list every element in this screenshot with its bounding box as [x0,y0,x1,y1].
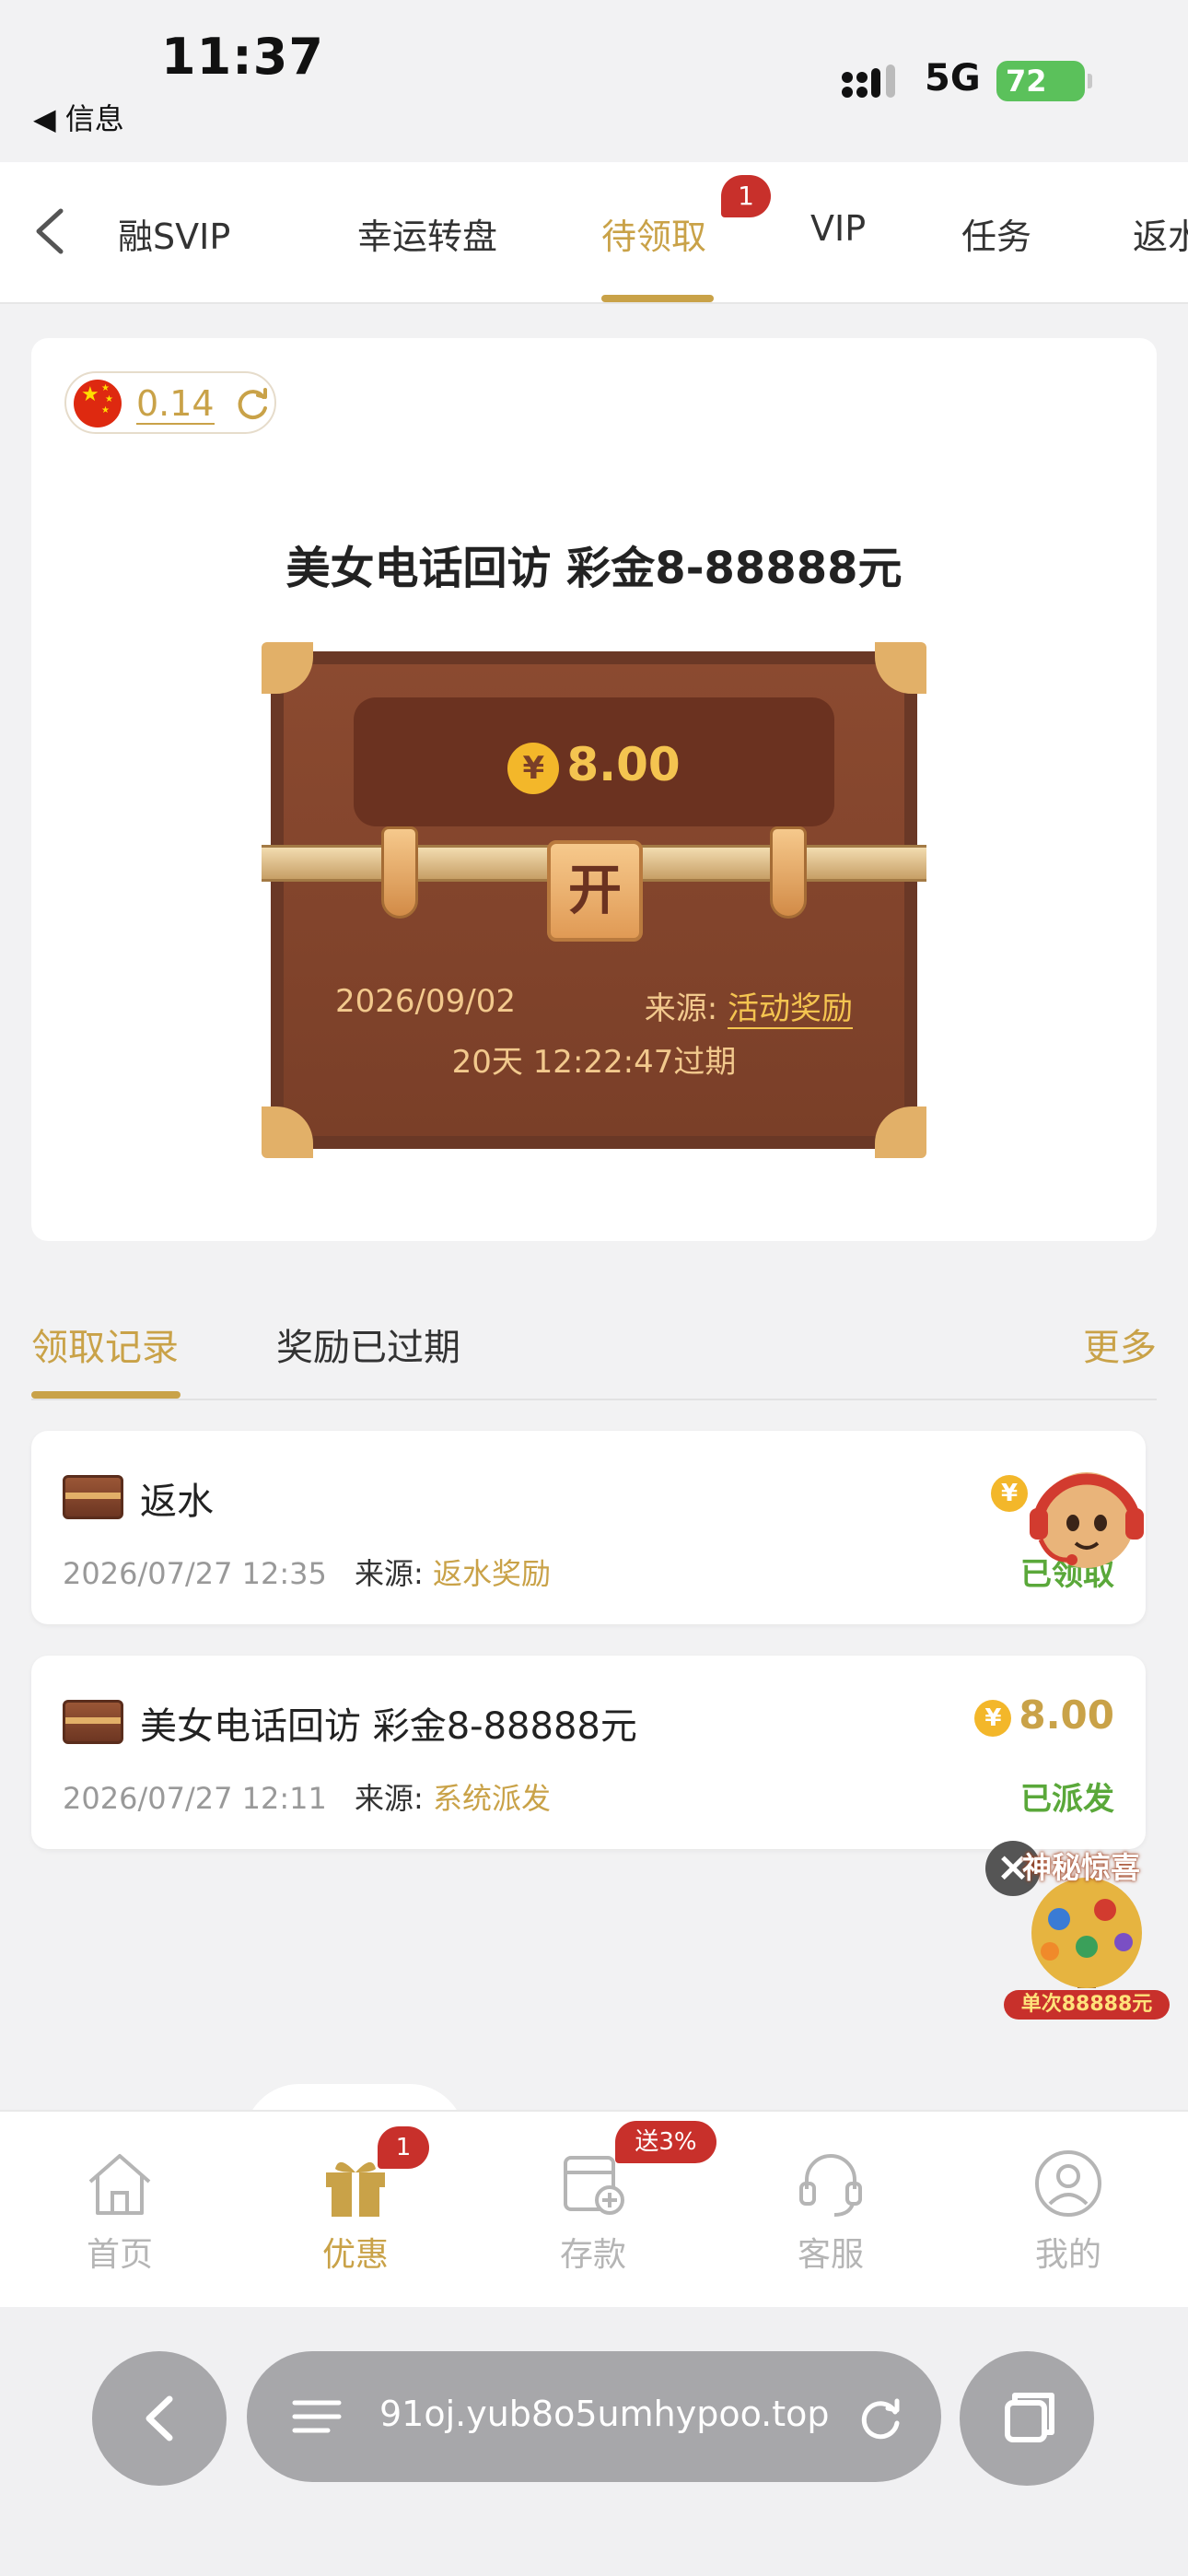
customer-service-mascot-icon[interactable] [1022,1451,1160,1589]
record-source: 系统派发 [432,1781,551,1816]
category-tabs: 融SVIP 幸运转盘 待领取 VIP 任务 返水 1 [0,162,1188,304]
status-bar: 11:37 ◀ 信息 5G 72 [0,0,1188,162]
chest-date: 2026/09/02 [335,983,516,1020]
chest-source: 来源: 活动奖励 [644,983,853,1029]
record-amount: ¥8.00 [974,1692,1114,1738]
tab-svip[interactable]: 融SVIP [118,208,230,259]
chest-icon [63,1700,123,1744]
record-meta: 2026/07/27 12:11 来源: 系统派发 [63,1775,551,1818]
chest-amount: ¥8.00 [354,738,834,794]
tab-tasks[interactable]: 任务 [961,208,1031,259]
record-item[interactable]: 美女电话回访 彩金8-88888元 2026/07/27 12:11 来源: 系… [31,1656,1146,1849]
tabs-button[interactable] [960,2351,1094,2486]
record-status: 已派发 [1020,1781,1114,1818]
battery-level: 72 [1006,64,1047,99]
deposit-bonus-badge: 送3% [615,2121,716,2163]
signal-icon [842,64,895,98]
tab-expired-rewards[interactable]: 奖励已过期 [276,1317,460,1371]
menu-icon[interactable] [291,2394,343,2440]
browser-toolbar: 91oj.yub8o5umhypoo.top [0,2307,1188,2576]
chest-expire-countdown: 20天 12:22:47过期 [451,1044,737,1081]
record-source-label: 来源: [355,1556,424,1591]
network-type: 5G [925,57,981,100]
nav-offers-label: 优惠 [321,2236,389,2274]
chest-latch-left [381,826,418,919]
yuan-coin-icon: ¥ [507,742,560,794]
record-tab-indicator [31,1391,181,1399]
chevron-left-icon [146,2395,173,2441]
nav-deposit-label: 存款 [559,2236,626,2274]
record-source: 返水奖励 [432,1556,551,1591]
promo-label: 神秘惊喜 [1022,1850,1141,1885]
browser-back-button[interactable] [92,2351,227,2486]
headset-icon [799,2154,862,2217]
bottom-navigation: 首页 优惠 1 存款 送3% 客服 我的 [0,2110,1188,2307]
back-to-app-link[interactable]: ◀ 信息 [33,96,124,138]
tab-vip[interactable]: VIP [810,208,866,249]
battery-indicator: 72 [996,61,1092,101]
nav-profile[interactable]: 我的 [995,2149,1142,2276]
yuan-coin-icon: ¥ [974,1699,1012,1737]
record-title: 美女电话回访 彩金8-88888元 [140,1705,637,1748]
home-icon [88,2154,151,2215]
tab-pending-claim[interactable]: 待领取 [601,208,706,259]
record-time: 2026/07/27 12:11 [63,1781,327,1816]
chest-source-link[interactable]: 活动奖励 [728,990,853,1029]
china-flag-icon: ★ ★ ★ ★ [74,380,122,427]
nav-deposit[interactable]: 存款 [519,2149,667,2276]
reward-card: ★ ★ ★ ★ 0.14 美女电话回访 彩金8-88888元 ¥8.00 开 2… [31,338,1157,1241]
user-icon [1035,2150,1101,2217]
tabs-icon [1005,2393,1054,2442]
treasure-chest[interactable]: ¥8.00 开 2026/09/02 来源: 活动奖励 20天 12:22:47… [262,642,926,1158]
address-bar[interactable]: 91oj.yub8o5umhypoo.top [247,2351,941,2482]
mystery-surprise-promo[interactable]: × 神秘惊喜 单次88888元 [985,1841,1179,2025]
reload-icon[interactable] [855,2392,906,2443]
promo-amount: 单次88888元 [1004,1990,1170,2020]
nav-profile-label: 我的 [1034,2236,1101,2274]
record-meta: 2026/07/27 12:35 来源: 返水奖励 [63,1551,551,1593]
chest-latch-right [770,826,807,919]
tab-rebate[interactable]: 返水 [1133,208,1188,259]
record-amount-value: 8.00 [1019,1692,1114,1738]
record-title: 返水 [140,1481,214,1523]
nav-support-label: 客服 [797,2236,864,2274]
tab-claim-history[interactable]: 领取记录 [31,1317,179,1371]
refresh-icon[interactable] [232,384,273,425]
record-tabs: 领取记录 奖励已过期 更多 [31,1290,1157,1400]
record-time: 2026/07/27 12:35 [63,1556,327,1591]
tab-badge: 1 [721,175,771,217]
reward-title: 美女电话回访 彩金8-88888元 [285,543,903,594]
status-time: 11:37 [161,28,324,86]
nav-home-label: 首页 [86,2236,153,2274]
balance-value: 0.14 [136,383,215,425]
back-chevron-icon[interactable] [28,204,74,259]
nav-home[interactable]: 首页 [46,2149,193,2276]
nav-support[interactable]: 客服 [757,2149,904,2276]
offers-badge: 1 [378,2126,429,2169]
chest-icon [63,1475,123,1519]
record-source-label: 来源: [355,1781,424,1816]
open-lock-button[interactable]: 开 [547,840,643,942]
chest-amount-value: 8.00 [566,738,681,791]
balance-pill[interactable]: ★ ★ ★ ★ 0.14 [64,371,276,434]
tab-lucky-wheel[interactable]: 幸运转盘 [357,208,497,259]
active-tab-indicator [601,295,714,302]
chest-amount-panel: ¥8.00 [354,697,834,826]
chest-source-label: 来源: [644,990,718,1027]
more-link[interactable]: 更多 [1083,1317,1157,1371]
url-text: 91oj.yub8o5umhypoo.top [379,2394,830,2434]
record-item[interactable]: 返水 2026/07/27 12:35 来源: 返水奖励 ¥ 已领取 [31,1431,1146,1624]
